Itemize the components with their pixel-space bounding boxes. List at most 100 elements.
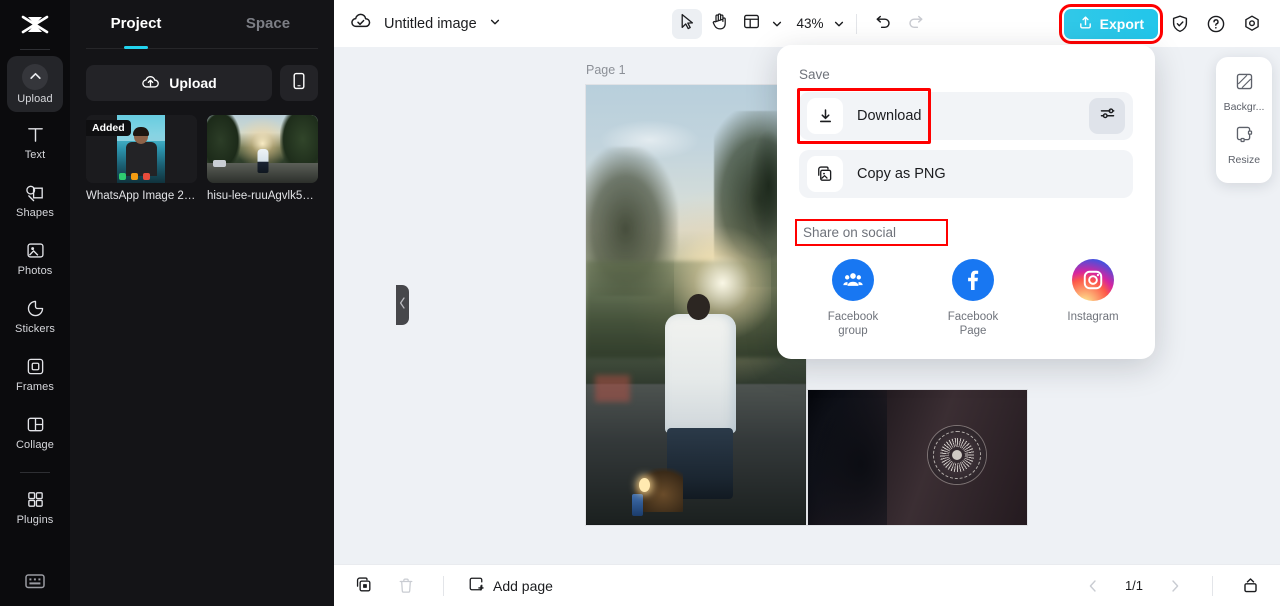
asset-thumbnail[interactable]: Added bbox=[86, 115, 197, 183]
facebook-group-icon bbox=[832, 259, 874, 301]
export-button[interactable]: Export bbox=[1058, 3, 1164, 44]
background-tool-button[interactable]: Backgr... bbox=[1216, 66, 1272, 119]
add-page-icon bbox=[467, 575, 485, 596]
hand-tool-button[interactable] bbox=[704, 9, 734, 39]
help-question-icon[interactable] bbox=[1202, 10, 1230, 38]
toolbar-tools: 43% bbox=[672, 8, 930, 39]
bottom-left-actions: Add page bbox=[350, 572, 553, 600]
rail-bottom-area bbox=[0, 570, 70, 592]
asset-item[interactable]: Added WhatsApp Image 20... bbox=[86, 115, 197, 202]
page-indicator: 1/1 bbox=[1124, 578, 1144, 593]
shield-check-icon[interactable] bbox=[1166, 10, 1194, 38]
redo-button[interactable] bbox=[900, 9, 930, 39]
plugins-grid-icon bbox=[24, 489, 46, 511]
social-label: Facebook Page bbox=[947, 311, 999, 338]
cursor-arrow-icon bbox=[679, 13, 695, 35]
next-page-button[interactable] bbox=[1161, 572, 1189, 600]
duplicate-page-icon[interactable] bbox=[350, 572, 378, 600]
chevron-left-icon bbox=[399, 296, 406, 314]
export-button-label: Export bbox=[1099, 15, 1144, 32]
title-chevron-down-icon[interactable] bbox=[489, 15, 501, 33]
download-settings-button[interactable] bbox=[1089, 98, 1125, 134]
undo-button[interactable] bbox=[868, 9, 898, 39]
text-t-icon bbox=[24, 124, 46, 146]
copy-as-png-label: Copy as PNG bbox=[857, 166, 946, 182]
right-tool-label: Resize bbox=[1227, 154, 1261, 166]
tab-label: Space bbox=[245, 14, 291, 32]
select-tool-button[interactable] bbox=[672, 8, 702, 39]
panel-tabs: Project Space bbox=[70, 0, 334, 46]
download-label: Download bbox=[857, 108, 922, 124]
sidebar-item-label: Frames bbox=[16, 380, 54, 393]
download-row[interactable]: Download bbox=[797, 88, 1133, 144]
social-heading-label: Share on social bbox=[803, 225, 897, 240]
instagram-icon bbox=[1072, 259, 1114, 301]
zoom-level[interactable]: 43% bbox=[795, 16, 825, 31]
toolbar-left: Untitled image bbox=[350, 12, 501, 35]
asset-thumbnail[interactable] bbox=[207, 115, 318, 183]
collage-icon bbox=[24, 414, 46, 436]
zoom-chevron-down-icon[interactable] bbox=[833, 18, 845, 30]
sidebar-item-label: Stickers bbox=[15, 322, 55, 335]
settings-gear-icon[interactable] bbox=[1238, 10, 1266, 38]
asset-name: WhatsApp Image 20... bbox=[86, 190, 197, 202]
bottom-divider bbox=[443, 575, 444, 596]
sidebar-item-stickers[interactable]: Stickers bbox=[7, 288, 63, 344]
project-panel: Project Space Upload Added WhatsApp Imag… bbox=[70, 0, 409, 606]
upload-row: Upload bbox=[70, 49, 334, 101]
sidebar-item-frames[interactable]: Frames bbox=[7, 346, 63, 402]
share-facebook-group-button[interactable]: Facebook group bbox=[823, 259, 883, 339]
shapes-icon bbox=[24, 182, 46, 204]
photo-icon bbox=[24, 240, 46, 262]
asset-name: hisu-lee-ruuAgvlk5_... bbox=[207, 190, 318, 202]
bottom-toolbar: Add page 1/1 bbox=[334, 564, 1280, 606]
share-instagram-button[interactable]: Instagram bbox=[1063, 259, 1123, 339]
sidebar-item-collage[interactable]: Collage bbox=[7, 404, 63, 460]
bottom-right-actions: 1/1 bbox=[1079, 572, 1264, 600]
canvas-image-sunset[interactable] bbox=[586, 85, 806, 525]
sidebar-item-upload[interactable]: Upload bbox=[7, 56, 63, 112]
left-toolbar: Upload Text Shapes Photos Stickers Frame… bbox=[0, 0, 70, 606]
mobile-upload-button[interactable] bbox=[280, 65, 318, 101]
tab-space[interactable]: Space bbox=[202, 0, 334, 46]
save-section-heading: Save bbox=[799, 67, 830, 82]
prev-page-button[interactable] bbox=[1079, 572, 1107, 600]
layout-chevron-down-icon[interactable] bbox=[771, 18, 783, 30]
share-facebook-page-button[interactable]: Facebook Page bbox=[943, 259, 1003, 339]
trash-delete-icon[interactable] bbox=[392, 572, 420, 600]
canvas-image-jacket[interactable] bbox=[808, 390, 1027, 525]
upload-button[interactable]: Upload bbox=[86, 65, 272, 101]
upload-button-label: Upload bbox=[169, 75, 217, 91]
resize-icon bbox=[1235, 125, 1254, 149]
right-tools-panel: Backgr... Resize bbox=[1216, 57, 1272, 183]
keyboard-shortcuts-icon[interactable] bbox=[24, 570, 46, 592]
cloud-saved-icon[interactable] bbox=[350, 12, 372, 35]
sidebar-item-plugins[interactable]: Plugins bbox=[7, 479, 63, 535]
add-page-button[interactable]: Add page bbox=[467, 575, 553, 596]
sidebar-item-label: Text bbox=[24, 148, 46, 161]
resize-tool-button[interactable]: Resize bbox=[1216, 119, 1272, 172]
layout-tool-button[interactable] bbox=[736, 9, 766, 39]
social-label: Instagram bbox=[1067, 311, 1119, 323]
sidebar-item-text[interactable]: Text bbox=[7, 114, 63, 170]
capcut-logo[interactable] bbox=[18, 13, 52, 39]
panel-collapse-handle[interactable] bbox=[396, 285, 409, 325]
top-toolbar: Untitled image 43% Export bbox=[334, 0, 1280, 47]
tab-project[interactable]: Project bbox=[70, 0, 202, 46]
copy-as-png-row[interactable]: Copy as PNG bbox=[799, 150, 1133, 198]
sidebar-item-photos[interactable]: Photos bbox=[7, 230, 63, 286]
mobile-phone-icon bbox=[292, 72, 306, 95]
sidebar-item-shapes[interactable]: Shapes bbox=[7, 172, 63, 228]
upload-cloud-icon bbox=[141, 74, 160, 93]
status-badge: Added bbox=[86, 120, 131, 136]
page-title[interactable]: Untitled image bbox=[384, 16, 477, 32]
social-section-heading: Share on social bbox=[795, 219, 949, 246]
app-root: Upload Text Shapes Photos Stickers Frame… bbox=[0, 0, 1280, 606]
upload-chevron-icon bbox=[22, 63, 48, 90]
sidebar-item-label: Plugins bbox=[16, 513, 54, 526]
pages-panel-icon[interactable] bbox=[1236, 572, 1264, 600]
bottom-divider-right bbox=[1212, 575, 1213, 596]
toolbar-divider bbox=[856, 13, 857, 34]
sidebar-item-label: Photos bbox=[17, 264, 53, 277]
asset-item[interactable]: hisu-lee-ruuAgvlk5_... bbox=[207, 115, 318, 202]
